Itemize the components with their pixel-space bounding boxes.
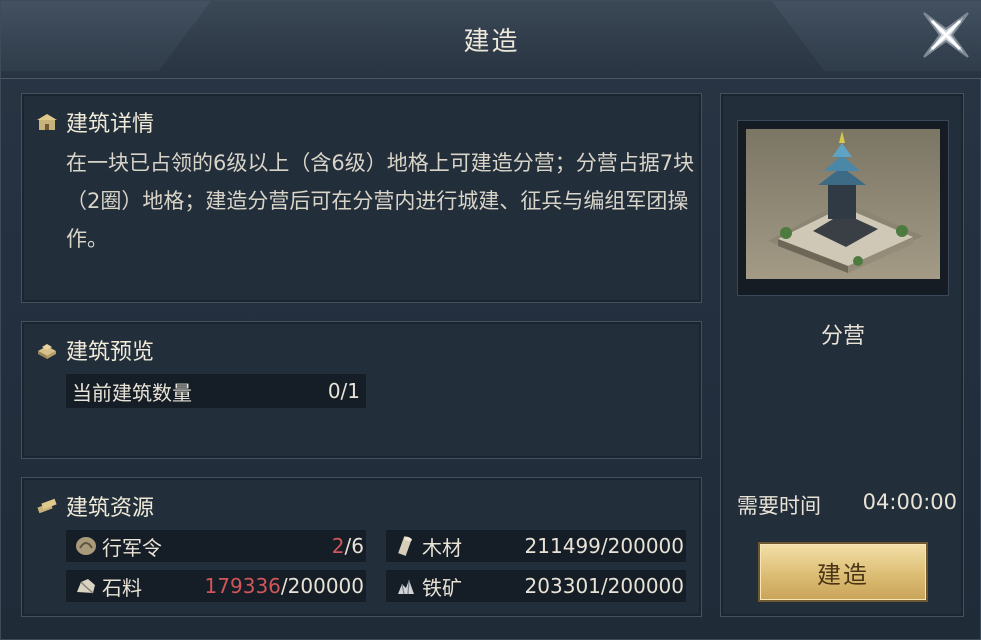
resource-stone: 石料 179336/200000 [66,570,366,602]
materials-icon [37,498,57,514]
resource-name: 石料 [102,575,142,600]
building-count-label: 当前建筑数量 [72,380,192,405]
building-name: 分营 [820,324,865,349]
preview-heading: 建筑预览 [66,340,155,365]
iron-ore-icon [398,579,414,595]
branch-camp-image [746,129,940,279]
building-image-frame [737,120,949,296]
resource-iron-ore: 铁矿 203301/200000 [386,570,686,602]
build-dialog: 建造 建筑详情 在一块已占领的6级以上（含6级）地格上可建造分营；分营占据7块（… [0,0,981,640]
resource-name: 木材 [422,535,462,560]
march-order-icon [76,537,96,555]
details-header: 建筑详情 [36,106,154,138]
resources-header: 建筑资源 [36,490,154,522]
build-button-label: 建造 [817,560,869,589]
resource-march-order: 行军令 2/6 [66,530,366,562]
building-resources-panel: 建筑资源 行军令 2/6 木材 211499/200000 石料 179336/… [21,477,702,617]
dialog-title: 建造 [463,27,520,57]
build-time-row: 需要时间 04:00:00 [737,490,957,520]
close-button[interactable] [918,7,974,63]
building-summary-panel: 分营 需要时间 04:00:00 建造 [720,93,964,617]
building-count-row: 当前建筑数量 0/1 [66,374,366,408]
resource-amount: 2/6 [331,534,364,558]
resource-name: 铁矿 [422,575,462,600]
build-time-label: 需要时间 [737,494,821,518]
close-icon [923,12,969,58]
building-icon [37,114,57,130]
resource-name: 行军令 [102,535,162,560]
details-heading: 建筑详情 [66,112,155,137]
resources-heading: 建筑资源 [66,496,155,521]
resource-amount: 203301/200000 [524,574,684,598]
blocks-icon [38,344,56,359]
resource-amount: 179336/200000 [204,574,364,598]
building-details-panel: 建筑详情 在一块已占领的6级以上（含6级）地格上可建造分营；分营占据7块（2圈）… [21,93,702,303]
resource-amount: 211499/200000 [524,534,684,558]
building-preview-panel: 建筑预览 当前建筑数量 0/1 [21,321,702,459]
build-button[interactable]: 建造 [760,544,926,600]
build-time-value: 04:00:00 [862,490,957,514]
wood-icon [398,536,412,556]
preview-header: 建筑预览 [36,334,154,366]
resource-wood: 木材 211499/200000 [386,530,686,562]
details-description: 在一块已占领的6级以上（含6级）地格上可建造分营；分营占据7块（2圈）地格；建造… [66,151,695,251]
stone-icon [77,579,95,594]
dialog-titlebar: 建造 [1,1,981,79]
building-count-value: 0/1 [327,379,360,403]
